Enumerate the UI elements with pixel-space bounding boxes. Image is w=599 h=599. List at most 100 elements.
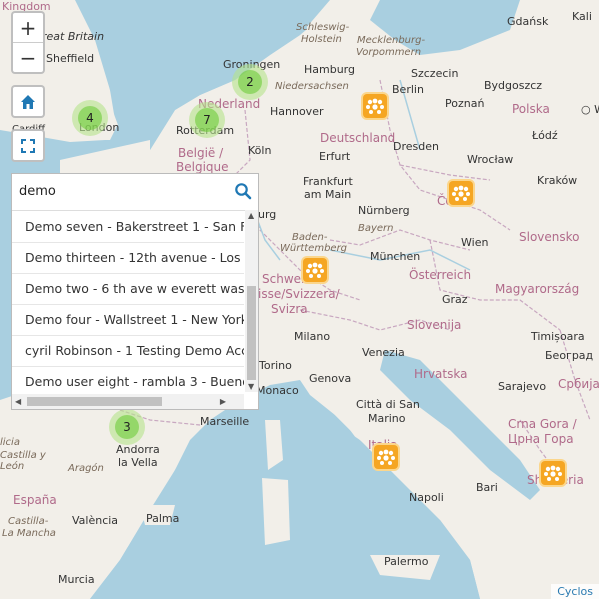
- label-andorra: Andorra: [116, 443, 160, 456]
- label-dresden: Dresden: [393, 140, 439, 153]
- user-group-icon: [544, 465, 562, 481]
- zoom-in-button[interactable]: +: [13, 13, 43, 42]
- label-koln: Köln: [248, 144, 272, 157]
- label-schleswig: Schleswig-: [296, 22, 350, 33]
- label-espana: España: [13, 493, 57, 507]
- cluster-marker[interactable]: 4: [72, 100, 108, 136]
- label-milano: Milano: [294, 330, 331, 343]
- label-aragon: Aragón: [68, 463, 104, 474]
- fullscreen-button[interactable]: [11, 129, 45, 162]
- zoom-out-button[interactable]: −: [13, 42, 43, 72]
- user-group-icon: [306, 262, 324, 278]
- scroll-down-arrow-icon[interactable]: ▼: [248, 382, 254, 391]
- label-monaco: Monaco: [256, 384, 299, 397]
- label-venezia: Venezia: [362, 346, 405, 359]
- search-result-item[interactable]: Demo two - 6 th ave w everett washington: [12, 274, 244, 305]
- label-valencia: València: [72, 514, 119, 527]
- search-result-item[interactable]: cyril Robinson - 1 Testing Demo Account: [12, 336, 244, 367]
- search-results-list: Demo seven - Bakerstreet 1 - San Francis…: [12, 212, 244, 392]
- cluster-marker[interactable]: 2: [232, 64, 268, 100]
- label-am-main: am Main: [304, 188, 352, 201]
- search-input[interactable]: demo: [12, 174, 258, 211]
- user-marker[interactable]: [303, 258, 327, 282]
- label-murcia: Murcia: [58, 573, 95, 586]
- label-belgie: België /: [178, 146, 224, 160]
- label-vorpommern: Vorpommern: [356, 47, 422, 58]
- search-result-item[interactable]: Demo thirteen - 12th avenue - Los Angele…: [12, 243, 244, 274]
- label-szczecin: Szczecin: [411, 67, 459, 80]
- label-torino: Torino: [259, 359, 292, 372]
- label-nurnberg: Nürnberg: [358, 204, 410, 217]
- cluster-count: 4: [78, 106, 102, 130]
- label-poznan: Poznań: [445, 97, 485, 110]
- label-wurttemberg: Württemberg: [280, 243, 348, 254]
- home-icon: [21, 94, 35, 109]
- label-osterreich: Österreich: [409, 268, 472, 282]
- label-lodz: Łódź: [532, 129, 558, 142]
- attribution-link[interactable]: Cyclos: [551, 584, 599, 599]
- cluster-marker[interactable]: 7: [189, 102, 225, 138]
- user-marker[interactable]: [374, 445, 398, 469]
- label-galicia: licia: [0, 437, 20, 448]
- label-w: ○ W: [581, 103, 599, 116]
- scroll-up-arrow-icon[interactable]: ▲: [248, 211, 254, 220]
- label-la-mancha: La Mancha: [2, 528, 56, 539]
- user-group-icon: [452, 185, 470, 201]
- label-crna-gora-cyr: Црна Гора: [508, 432, 574, 446]
- vertical-scroll-thumb[interactable]: [247, 286, 256, 380]
- label-krakow: Kraków: [537, 174, 578, 187]
- label-bari: Bari: [476, 481, 498, 494]
- label-timisoara: Timișoara: [531, 330, 585, 343]
- label-gdansk: Gdańsk: [507, 15, 549, 28]
- vertical-scrollbar[interactable]: ▲ ▼: [245, 210, 258, 392]
- user-marker[interactable]: [363, 94, 387, 118]
- label-leon: León: [0, 461, 25, 472]
- label-erfurt: Erfurt: [319, 150, 351, 163]
- search-result-item[interactable]: Demo user eight - rambla 3 - Buenos Aire…: [12, 367, 244, 392]
- label-niedersachsen: Niedersachsen: [275, 81, 349, 92]
- cluster-count: 3: [115, 415, 139, 439]
- label-hannover: Hannover: [270, 105, 324, 118]
- search-icon[interactable]: [234, 182, 252, 204]
- label-great-britain: reat Britain: [42, 30, 105, 43]
- cluster-marker[interactable]: 3: [109, 409, 145, 445]
- scroll-left-arrow-icon[interactable]: ◀: [15, 397, 21, 406]
- label-belgique: Belgique: [176, 160, 229, 174]
- user-marker[interactable]: [449, 181, 473, 205]
- label-berlin: Berlin: [392, 83, 424, 96]
- label-kali: Kali: [572, 10, 592, 23]
- user-group-icon: [377, 449, 395, 465]
- label-graz: Graz: [442, 293, 468, 306]
- home-button[interactable]: [11, 85, 45, 118]
- scroll-right-arrow-icon[interactable]: ▶: [220, 397, 226, 406]
- cluster-count: 2: [238, 70, 262, 94]
- label-marseille: Marseille: [200, 415, 250, 428]
- label-bydgoszcz: Bydgoszcz: [484, 79, 543, 92]
- user-marker[interactable]: [541, 461, 565, 485]
- label-wien: Wien: [461, 236, 489, 249]
- label-crna-gora: Crna Gora /: [508, 417, 577, 431]
- label-svizra: Svizra: [271, 302, 308, 316]
- label-holstein: Holstein: [301, 34, 342, 45]
- label-slovensko: Slovensko: [519, 230, 580, 244]
- label-urg: urg: [258, 208, 277, 221]
- label-sheffield: Sheffield: [46, 52, 95, 65]
- label-marino: Marino: [368, 412, 406, 425]
- search-panel: demo Demo seven - Bakerstreet 1 - San Fr…: [11, 173, 259, 410]
- horizontal-scroll-thumb[interactable]: [27, 397, 162, 406]
- label-frankfurt: Frankfurt: [303, 175, 353, 188]
- label-polska: Polska: [512, 102, 550, 116]
- label-mecklenburg: Mecklenburg-: [357, 35, 426, 46]
- cluster-count: 7: [195, 108, 219, 132]
- search-result-item[interactable]: Demo four - Wallstreet 1 - New York: [12, 305, 244, 336]
- label-palma: Palma: [146, 512, 180, 525]
- zoom-control: + −: [11, 11, 45, 74]
- label-hrvatska: Hrvatska: [414, 367, 468, 381]
- label-genova: Genova: [309, 372, 352, 385]
- label-sarajevo: Sarajevo: [498, 380, 547, 393]
- label-hamburg: Hamburg: [304, 63, 355, 76]
- search-result-item[interactable]: Demo seven - Bakerstreet 1 - San Francis…: [12, 212, 244, 243]
- label-deutschland: Deutschland: [320, 131, 396, 145]
- horizontal-scrollbar[interactable]: ◀ ▶: [12, 394, 244, 409]
- label-srbija: Србија: [558, 377, 599, 391]
